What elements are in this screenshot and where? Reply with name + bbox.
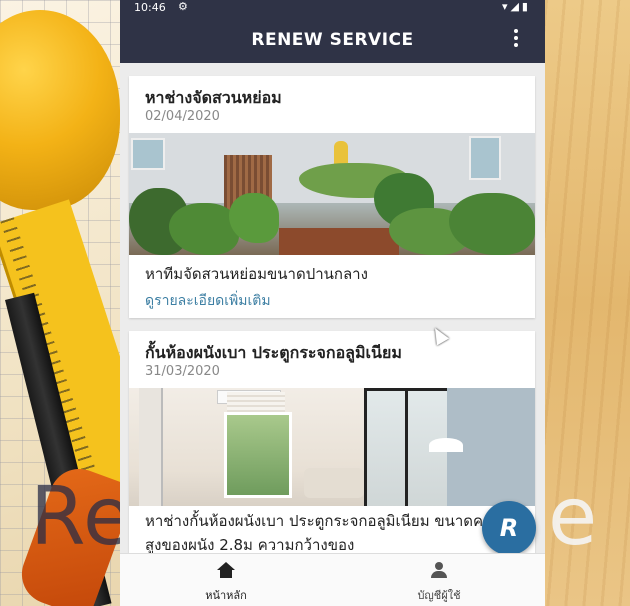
nav-account[interactable]: บัญชีผู้ใช้ xyxy=(333,554,545,606)
phone-screen: 10:46 ⚙ ▾◢▮ RENEW SERVICE หาช่างจัดสวนหย… xyxy=(120,0,545,606)
home-icon xyxy=(217,562,235,578)
account-icon xyxy=(430,562,448,578)
service-list[interactable]: หาช่างจัดสวนหย่อม 02/04/2020 หาทีมจัดสวน… xyxy=(120,63,545,553)
status-time: 10:46 xyxy=(134,1,166,14)
service-card[interactable]: กั้นห้องผนังเบา ประตูกระจกอลูมิเนียม 31/… xyxy=(129,331,535,553)
system-status-icons: ▾◢▮ xyxy=(501,0,531,13)
card-date: 02/04/2020 xyxy=(145,109,220,124)
nav-home-label: หน้าหลัก xyxy=(205,589,247,602)
service-card[interactable]: หาช่างจัดสวนหย่อม 02/04/2020 หาทีมจัดสวน… xyxy=(129,76,535,318)
app-bar: RENEW SERVICE xyxy=(120,17,545,63)
card-description: หาช่างกั้นห้องผนังเบา ประตูกระจกอลูมิเนี… xyxy=(145,512,510,553)
background-text-left: Re xyxy=(30,470,134,563)
app-title: RENEW SERVICE xyxy=(251,30,414,50)
card-title: หาช่างจัดสวนหย่อม xyxy=(145,88,282,107)
card-date: 31/03/2020 xyxy=(145,364,220,379)
card-title: กั้นห้องผนังเบา ประตูกระจกอลูมิเนียม xyxy=(145,343,402,362)
bottom-navigation: หน้าหลัก บัญชีผู้ใช้ xyxy=(120,553,545,606)
settings-gear-icon: ⚙ xyxy=(178,0,188,13)
card-image-room[interactable] xyxy=(129,388,535,506)
status-bar: 10:46 ⚙ ▾◢▮ xyxy=(120,0,545,17)
card-image-garden[interactable] xyxy=(129,133,535,255)
fab-button[interactable]: R xyxy=(482,501,536,555)
nav-account-label: บัญชีผู้ใช้ xyxy=(417,589,461,602)
card-more-link[interactable]: ดูรายละเอียดเพิ่มเติม xyxy=(145,290,271,312)
background-text-right: e xyxy=(548,470,599,563)
card-description: หาทีมจัดสวนหย่อมขนาดปานกลาง xyxy=(145,265,368,283)
nav-home[interactable]: หน้าหลัก xyxy=(120,554,332,606)
overflow-menu-icon[interactable] xyxy=(511,29,521,51)
